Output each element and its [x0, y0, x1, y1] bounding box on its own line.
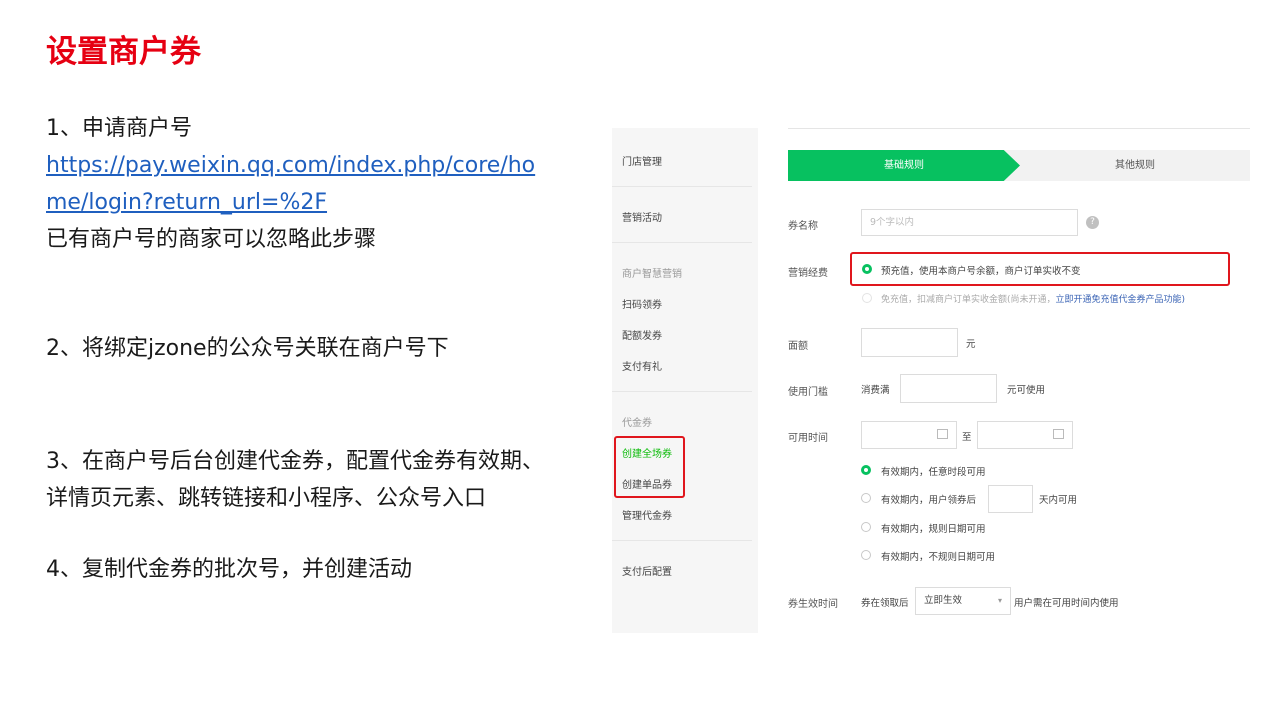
fee-prepaid-radio[interactable]: [862, 264, 872, 274]
end-date-input[interactable]: [977, 421, 1073, 449]
time-opt2-radio[interactable]: [861, 493, 871, 503]
time-opt3-radio[interactable]: [861, 522, 871, 532]
amount-unit: 元: [966, 339, 976, 350]
time-opt2-text: 有效期内，用户领券后: [881, 495, 977, 506]
fee-label: 营销经费: [788, 268, 828, 279]
start-date-input[interactable]: [861, 421, 957, 449]
time-label: 可用时间: [788, 433, 828, 444]
threshold-suffix: 元可使用: [1007, 385, 1046, 396]
sidebar-item-scan[interactable]: 扫码领券: [622, 296, 662, 311]
effect-prefix: 券在领取后: [861, 598, 909, 609]
step1-note: 已有商户号的商家可以忽略此步骤: [46, 227, 377, 252]
time-opt1-radio[interactable]: [861, 465, 871, 475]
steps-list: 1、申请商户号 https://pay.weixin.qq.com/index.…: [46, 110, 591, 588]
chevron-down-icon: ▾: [997, 596, 1002, 605]
effect-select-value: 立即生效: [924, 595, 963, 606]
sidebar-group-voucher: 代金券: [622, 418, 652, 429]
calendar-icon: [937, 429, 948, 439]
sidebar-item-store[interactable]: 门店管理: [622, 153, 662, 168]
step2-text: 2、将绑定jzone的公众号关联在商户号下: [46, 336, 449, 361]
fee-free-text: 免充值，扣减商户订单实收金额(尚未开通，: [881, 295, 1056, 305]
step4-text: 4、复制代金券的批次号，并创建活动: [46, 557, 412, 582]
time-opt4-text: 有效期内，不规则日期可用: [881, 552, 996, 563]
days-input[interactable]: [988, 485, 1033, 513]
tab-other-rules[interactable]: 其他规则: [1020, 150, 1250, 181]
time-opt2-suffix: 天内可用: [1039, 495, 1078, 506]
voucher-form: 基础规则 其他规则 券名称 9个字以内 ? 营销经费 预充值，使用本商户号余额，…: [758, 128, 1252, 633]
fee-prepaid-text: 预充值，使用本商户号余额，商户订单实收不变: [881, 266, 1081, 277]
amount-label: 面额: [788, 341, 808, 352]
time-opt3-text: 有效期内，规则日期可用: [881, 524, 986, 535]
step3-line2: 详情页元素、跳转链接和小程序、公众号入口: [46, 486, 487, 511]
sidebar-item-paygift[interactable]: 支付有礼: [622, 358, 662, 373]
name-label: 券名称: [788, 221, 818, 232]
sidebar-item-manage[interactable]: 管理代金券: [622, 507, 672, 522]
step3-line1: 3、在商户号后台创建代金券，配置代金券有效期、: [46, 449, 544, 474]
effect-label: 券生效时间: [788, 599, 838, 610]
effect-select[interactable]: 立即生效 ▾: [915, 587, 1011, 615]
step-tabs: 基础规则 其他规则: [788, 150, 1250, 181]
calendar-icon: [1053, 429, 1064, 439]
time-opt1-text: 有效期内，任意时段可用: [881, 467, 986, 478]
merchant-url-line2[interactable]: me/login?return_url=%2F: [46, 190, 327, 215]
sidebar-item-quota[interactable]: 配额发券: [622, 327, 662, 342]
amount-input[interactable]: [861, 328, 958, 357]
slide-title: 设置商户券: [46, 34, 201, 70]
help-icon[interactable]: ?: [1086, 216, 1099, 229]
tab-basic-rules[interactable]: 基础规则: [788, 150, 1020, 181]
step1-title: 1、申请商户号: [46, 116, 192, 141]
effect-suffix: 用户需在可用时间内使用: [1014, 598, 1119, 609]
merchant-url-line1[interactable]: https://pay.weixin.qq.com/index.php/core…: [46, 153, 535, 178]
highlight-create-box: [614, 436, 685, 498]
activate-link[interactable]: 立即开通免充值代金券产品功能): [1056, 295, 1186, 305]
time-to: 至: [962, 432, 972, 443]
time-opt4-radio[interactable]: [861, 550, 871, 560]
merchant-screenshot: 门店管理 营销活动 商户智慧营销 扫码领券 配额发券 支付有礼 代金券 创建全场…: [612, 128, 1252, 633]
sidebar: 门店管理 营销活动 商户智慧营销 扫码领券 配额发券 支付有礼 代金券 创建全场…: [612, 128, 758, 633]
fee-free-radio[interactable]: [862, 293, 872, 303]
threshold-label: 使用门槛: [788, 387, 828, 398]
name-input[interactable]: 9个字以内: [861, 209, 1078, 236]
sidebar-item-postpay[interactable]: 支付后配置: [622, 563, 672, 578]
sidebar-group-smart: 商户智慧营销: [622, 269, 682, 280]
threshold-input[interactable]: [900, 374, 997, 403]
threshold-prefix: 消费满: [861, 385, 890, 396]
sidebar-item-marketing[interactable]: 营销活动: [622, 209, 662, 224]
